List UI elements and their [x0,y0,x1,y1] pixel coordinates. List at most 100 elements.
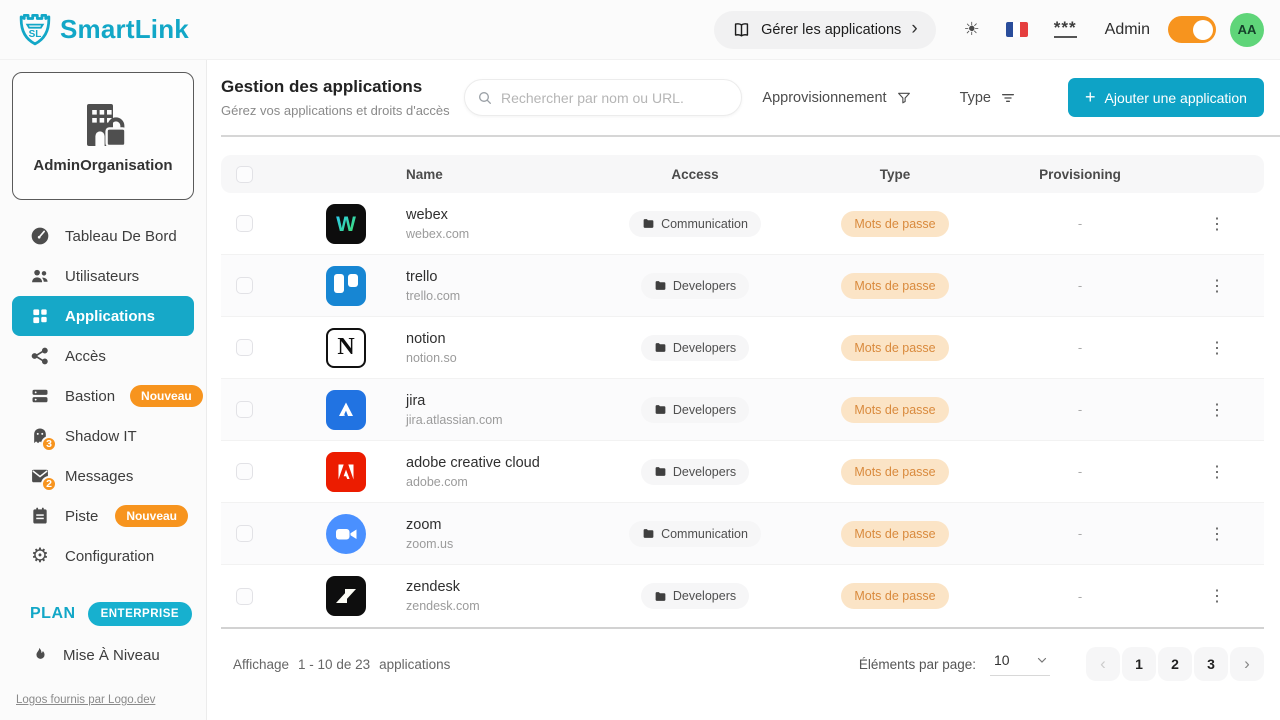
row-checkbox[interactable] [236,401,253,418]
type-filter[interactable]: Type [960,90,1016,106]
page-button-1[interactable]: 1 [1122,647,1156,681]
table-row[interactable]: zoom zoom.us Communication Mots de passe… [221,503,1264,565]
theme-sun-icon[interactable]: ☀ [964,19,980,40]
nouveau-badge: Nouveau [115,505,188,527]
table-row[interactable]: jira jira.atlassian.com Developers Mots … [221,379,1264,441]
sidebar-item-configuration[interactable]: ⚙ Configuration [12,536,194,576]
folder-icon [654,590,667,603]
logos-credit-link[interactable]: Logos fournis par Logo.dev [16,694,155,706]
admin-mode-toggle[interactable] [1168,16,1216,43]
access-group-pill[interactable]: Communication [629,211,761,237]
sidebar-item-label: Applications [65,308,155,325]
sidebar-item-applications[interactable]: Applications [12,296,194,336]
toggle-knob [1193,20,1213,40]
page-button-2[interactable]: 2 [1158,647,1192,681]
row-menu-kebab-icon[interactable]: ⋮ [1170,586,1264,606]
row-menu-kebab-icon[interactable]: ⋮ [1170,276,1264,296]
pagination: ‹ 1 2 3 › [1086,647,1264,681]
next-page-button[interactable]: › [1230,647,1264,681]
row-checkbox[interactable] [236,525,253,542]
zendesk-logo [326,576,366,616]
app-name: adobe creative cloud [406,455,590,471]
per-page-value: 10 [994,652,1010,668]
access-group-pill[interactable]: Developers [641,335,749,361]
brand-logo[interactable]: SL SmartLink [16,10,189,50]
provisioning-value: - [990,278,1170,293]
upgrade-button[interactable]: Mise À Niveau [30,646,206,664]
search-box[interactable] [464,79,742,116]
sidebar-item-label: Shadow IT [65,428,137,445]
showing-summary: Affichage 1 - 10 de 23 applications [233,657,450,672]
access-group-pill[interactable]: Developers [641,583,749,609]
sidebar-item-messages[interactable]: 2 Messages [12,456,194,496]
prev-page-button[interactable]: ‹ [1086,647,1120,681]
search-icon [477,90,493,106]
organisation-card[interactable]: AdminOrganisation [12,72,194,200]
table-row[interactable]: trello trello.com Developers Mots de pas… [221,255,1264,317]
app-url: adobe.com [406,475,590,489]
app-name: zendesk [406,579,590,595]
showing-label: Affichage [233,657,289,672]
page-button-3[interactable]: 3 [1194,647,1228,681]
type-badge: Mots de passe [841,273,948,299]
notion-logo: N [326,328,366,368]
sidebar-item-label: Tableau De Bord [65,228,177,245]
row-menu-kebab-icon[interactable]: ⋮ [1170,462,1264,482]
row-checkbox[interactable] [236,339,253,356]
select-all-checkbox[interactable] [236,166,253,183]
access-group-pill[interactable]: Communication [629,521,761,547]
avatar[interactable]: AA [1230,13,1264,47]
main-content: Gestion des applications Gérez vos appli… [207,60,1280,720]
search-input[interactable] [501,90,729,106]
ghost-icon: 3 [30,426,50,446]
sidebar-item-audit-trail[interactable]: Piste D'au Nouveau [12,496,194,536]
admin-label: Admin [1105,21,1150,39]
nouveau-badge: Nouveau [130,385,203,407]
manage-applications-button[interactable]: Gérer les applications › [714,11,936,49]
app-name: trello [406,269,590,285]
table-row[interactable]: zendesk zendesk.com Developers Mots de p… [221,565,1264,627]
type-filter-label: Type [960,90,991,106]
table-row[interactable]: W webex webex.com Communication Mots de … [221,193,1264,255]
provisioning-value: - [990,340,1170,355]
showing-suffix: applications [379,657,450,672]
sidebar-item-label: Piste D'au [65,508,100,525]
row-menu-kebab-icon[interactable]: ⋮ [1170,400,1264,420]
type-badge: Mots de passe [841,521,948,547]
folder-icon [654,341,667,354]
app-url: notion.so [406,351,590,365]
provisioning-value: - [990,402,1170,417]
app-url: trello.com [406,289,590,303]
row-menu-kebab-icon[interactable]: ⋮ [1170,338,1264,358]
row-checkbox[interactable] [236,215,253,232]
type-badge: Mots de passe [841,335,948,361]
add-application-button[interactable]: + Ajouter une application [1068,78,1264,117]
table-footer: Affichage 1 - 10 de 23 applications Élém… [221,629,1264,699]
sidebar-item-bastion[interactable]: Bastion Nouveau [12,376,194,416]
row-menu-kebab-icon[interactable]: ⋮ [1170,214,1264,234]
row-checkbox[interactable] [236,588,253,605]
sidebar-item-users[interactable]: Utilisateurs [12,256,194,296]
sidebar-item-shadow-it[interactable]: 3 Shadow IT [12,416,194,456]
table-row[interactable]: adobe creative cloud adobe.com Developer… [221,441,1264,503]
sidebar-item-dashboard[interactable]: Tableau De Bord [12,216,194,256]
row-menu-kebab-icon[interactable]: ⋮ [1170,524,1264,544]
french-flag-icon[interactable] [1006,22,1028,37]
access-group-pill[interactable]: Developers [641,273,749,299]
page-subtitle: Gérez vos applications et droits d'accès [221,103,464,118]
access-group-pill[interactable]: Developers [641,459,749,485]
sidebar: AdminOrganisation Tableau De Bord Utilis… [0,60,207,720]
top-bar: SL SmartLink Gérer les applications › ☀ … [0,0,1280,60]
sidebar-item-access[interactable]: Accès [12,336,194,376]
row-checkbox[interactable] [236,277,253,294]
access-group-label: Developers [673,279,736,293]
password-asterisks-icon[interactable]: *** [1054,21,1077,38]
app-url: jira.atlassian.com [406,413,590,427]
app-url: zendesk.com [406,599,590,613]
per-page-select[interactable]: 10 [990,652,1050,676]
row-checkbox[interactable] [236,463,253,480]
table-row[interactable]: N notion notion.so Developers Mots de pa… [221,317,1264,379]
provisioning-filter[interactable]: Approvisionnement [762,90,911,106]
access-group-pill[interactable]: Developers [641,397,749,423]
column-header-provisioning: Provisioning [990,167,1170,182]
